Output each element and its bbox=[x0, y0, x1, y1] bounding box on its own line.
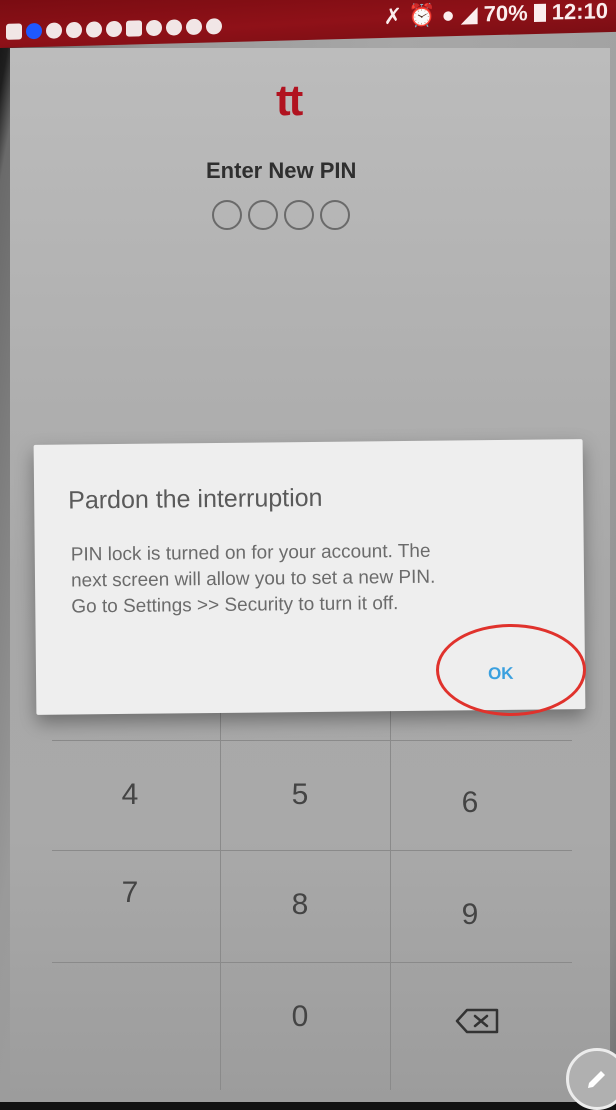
notification-icon bbox=[146, 19, 162, 37]
notification-icon bbox=[66, 21, 82, 39]
alarm-icon: ⏰ bbox=[408, 2, 436, 29]
storage-icon bbox=[126, 20, 142, 37]
wifi-icon: ● bbox=[441, 2, 455, 28]
app-logo: tt bbox=[276, 76, 303, 125]
key-0[interactable]: 0 bbox=[225, 962, 375, 1072]
key-7[interactable]: 7 bbox=[55, 838, 205, 948]
highlight-circle bbox=[436, 624, 586, 716]
battery-percent: 70% bbox=[483, 0, 528, 27]
key-9[interactable]: 9 bbox=[395, 860, 545, 970]
backspace-icon[interactable] bbox=[455, 1008, 499, 1034]
notification-icon bbox=[106, 20, 122, 38]
notification-icon bbox=[46, 22, 62, 39]
pencil-icon bbox=[588, 1071, 605, 1088]
pin-title: Enter New PIN bbox=[206, 158, 357, 183]
key-5[interactable]: 5 bbox=[225, 740, 375, 850]
keypad-divider bbox=[220, 700, 221, 1090]
notification-icon bbox=[206, 18, 222, 35]
battery-icon bbox=[533, 3, 546, 23]
message-icon bbox=[6, 23, 22, 40]
signal-icon: ◢ bbox=[460, 1, 478, 27]
dialog-title: Pardon the interruption bbox=[68, 483, 323, 515]
notification-icon bbox=[166, 19, 182, 36]
key-8[interactable]: 8 bbox=[225, 850, 375, 960]
app-notification-icon bbox=[26, 22, 42, 40]
pin-dot bbox=[284, 200, 314, 230]
key-icon bbox=[86, 21, 102, 38]
keypad-divider bbox=[390, 700, 391, 1090]
pin-dot bbox=[248, 200, 278, 230]
status-time: 12:10 bbox=[551, 0, 608, 25]
key-6[interactable]: 6 bbox=[395, 748, 545, 858]
notification-icons bbox=[6, 18, 222, 40]
key-4[interactable]: 4 bbox=[55, 740, 205, 850]
pin-dots bbox=[212, 200, 350, 230]
dialog-message-line: Go to Settings >> Security to turn it of… bbox=[71, 593, 399, 618]
mute-icon: ✗ bbox=[383, 3, 403, 29]
dialog-message: PIN lock is turned on for your account. … bbox=[71, 538, 542, 621]
pin-dot bbox=[212, 200, 242, 230]
notification-icon bbox=[186, 18, 202, 36]
pin-dot bbox=[320, 200, 350, 230]
status-right: ✗ ⏰ ● ◢ 70% 12:10 bbox=[384, 0, 608, 30]
